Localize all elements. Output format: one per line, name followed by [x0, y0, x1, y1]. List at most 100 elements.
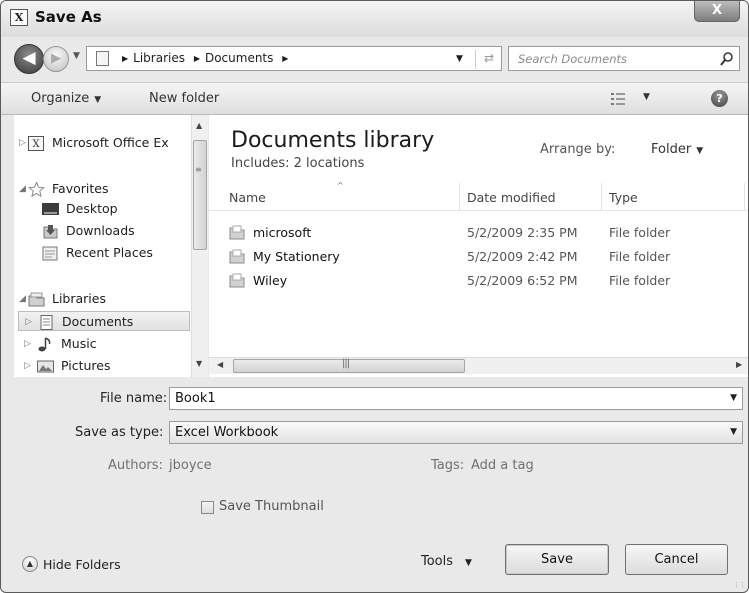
search-box[interactable]: Search Documents [508, 46, 740, 71]
file-name-field[interactable]: Book1 ▼ [169, 387, 743, 410]
organize-label: Organize [31, 91, 90, 106]
column-header-date-modified[interactable]: Date modified [467, 190, 556, 205]
table-row[interactable]: microsoft 5/2/2009 2:35 PM File folder [209, 223, 748, 245]
title-bar: X Save As X [1, 1, 748, 37]
forward-button[interactable]: ▶ [43, 46, 69, 72]
file-name: My Stationery [253, 249, 340, 264]
save-as-type-value: Excel Workbook [175, 425, 279, 440]
tags-input[interactable]: Add a tag [471, 458, 534, 473]
sidebar-item-label: Favorites [52, 181, 109, 196]
authors-value[interactable]: jboyce [169, 458, 212, 473]
sidebar-item-music[interactable]: ▷ Music [14, 334, 204, 354]
column-divider[interactable] [744, 183, 745, 211]
close-button[interactable]: X [694, 1, 740, 22]
scroll-down-icon[interactable]: ▼ [196, 359, 202, 368]
column-divider[interactable] [459, 183, 460, 211]
column-header: Name ^ Date modified Type [209, 181, 748, 211]
scroll-grip-icon: ||| [342, 358, 350, 369]
library-title: Documents library [231, 128, 435, 153]
folder-icon [229, 249, 245, 264]
collapse-arrow-icon[interactable]: ◢ [19, 289, 26, 309]
breadcrumb: ▶ Libraries ▶ Documents ▶ [117, 51, 293, 65]
address-bar[interactable]: ▶ Libraries ▶ Documents ▶ ▼ ⇄ [86, 46, 502, 71]
libraries-location-icon [96, 51, 109, 66]
file-name-label: File name: [100, 391, 168, 406]
save-button[interactable]: Save [505, 544, 609, 575]
sidebar-item-label: Documents [62, 314, 134, 329]
sidebar-item-favorites[interactable]: ◢ Favorites [14, 179, 204, 199]
cancel-button[interactable]: Cancel [625, 544, 728, 575]
sidebar-item-recent-places[interactable]: Recent Places [14, 243, 204, 263]
file-list-horizontal-scrollbar[interactable]: ◀ ||| ▶ [209, 357, 748, 374]
table-row[interactable]: Wiley 5/2/2009 6:52 PM File folder [209, 271, 748, 293]
sidebar-item-desktop[interactable]: Desktop [14, 199, 204, 219]
save-thumbnail-checkbox[interactable] [201, 501, 214, 514]
sidebar-item-label: Downloads [66, 223, 135, 238]
hide-folders-icon[interactable]: ▲ [22, 556, 38, 572]
expand-arrow-icon[interactable]: ▷ [24, 334, 31, 354]
search-icon[interactable] [719, 51, 735, 67]
column-header-type[interactable]: Type [609, 190, 638, 205]
star-icon [28, 182, 45, 197]
arrange-by-dropdown[interactable]: Folder ▼ [651, 142, 703, 157]
organize-menu-button[interactable]: Organize ▼ [31, 91, 101, 106]
expand-arrow-icon[interactable]: ▷ [19, 133, 26, 153]
scroll-up-icon[interactable]: ▲ [196, 121, 202, 130]
scrollbar-thumb[interactable] [193, 140, 207, 250]
recent-places-icon [42, 246, 58, 261]
navigation-pane-scrollbar[interactable]: ▲ ≡ ▼ [191, 115, 208, 377]
dialog-title: Save As [35, 8, 102, 26]
breadcrumb-documents[interactable]: Documents [205, 51, 273, 65]
scrollbar-thumb[interactable]: ||| [233, 358, 465, 373]
chevron-down-icon: ▼ [730, 427, 737, 437]
column-divider[interactable] [601, 183, 602, 211]
library-includes-link[interactable]: Includes: 2 locations [231, 156, 364, 171]
file-name-input[interactable]: Book1 [175, 391, 216, 406]
help-button[interactable]: ? [711, 90, 728, 107]
sidebar-item-libraries[interactable]: ◢ Libraries [14, 289, 204, 309]
new-folder-button[interactable]: New folder [149, 91, 219, 106]
music-icon [38, 337, 51, 352]
breadcrumb-separator-icon[interactable]: ▶ [122, 54, 128, 63]
save-thumbnail-label[interactable]: Save Thumbnail [219, 499, 324, 514]
change-view-icon[interactable] [611, 93, 625, 105]
sidebar-item-documents[interactable]: ▷ Documents [18, 311, 190, 331]
expand-arrow-icon[interactable]: ▷ [24, 356, 31, 376]
file-date: 5/2/2009 6:52 PM [467, 273, 578, 288]
hide-folders-button[interactable]: Hide Folders [43, 557, 121, 572]
breadcrumb-libraries[interactable]: Libraries [133, 51, 185, 65]
scroll-right-icon[interactable]: ▶ [736, 360, 742, 369]
recent-pages-dropdown[interactable]: ▼ [73, 51, 80, 61]
collapse-arrow-icon[interactable]: ◢ [19, 179, 26, 199]
expand-arrow-icon[interactable]: ▷ [25, 312, 32, 332]
sidebar-item-microsoft-office-excel[interactable]: ▷ X Microsoft Office Ex [14, 133, 204, 153]
scroll-left-icon[interactable]: ◀ [217, 360, 223, 369]
arrange-by-value: Folder [651, 142, 692, 157]
address-history-dropdown[interactable]: ▼ [456, 54, 463, 64]
file-date: 5/2/2009 2:35 PM [467, 225, 578, 240]
help-icon: ? [716, 92, 723, 105]
downloads-icon [43, 225, 58, 239]
libraries-icon [28, 292, 45, 307]
breadcrumb-separator-icon[interactable]: ▶ [282, 54, 288, 63]
column-header-name[interactable]: Name [229, 190, 266, 205]
tools-menu-button[interactable]: Tools ▼ [421, 554, 472, 569]
tools-label: Tools [421, 554, 454, 569]
svg-text:X: X [32, 139, 40, 150]
chevron-down-icon[interactable]: ▼ [730, 393, 737, 403]
pictures-icon [37, 360, 54, 373]
file-list-pane: Documents library Includes: 2 locations … [209, 115, 748, 377]
search-input[interactable]: Search Documents [518, 52, 627, 66]
back-button[interactable]: ◀ [14, 44, 44, 74]
forward-arrow-icon: ▶ [51, 51, 61, 66]
view-options-dropdown[interactable]: ▼ [643, 92, 650, 102]
file-type: File folder [609, 225, 671, 240]
file-date: 5/2/2009 2:42 PM [467, 249, 578, 264]
save-as-type-select[interactable]: Excel Workbook ▼ [169, 421, 743, 444]
sidebar-item-downloads[interactable]: Downloads [14, 221, 204, 241]
resize-grip-icon[interactable]: ⋮⋮ [733, 581, 746, 589]
refresh-button[interactable]: ⇄ [475, 50, 502, 69]
breadcrumb-separator-icon[interactable]: ▶ [194, 54, 200, 63]
sidebar-item-pictures[interactable]: ▷ Pictures [14, 356, 204, 376]
table-row[interactable]: My Stationery 5/2/2009 2:42 PM File fold… [209, 247, 748, 269]
